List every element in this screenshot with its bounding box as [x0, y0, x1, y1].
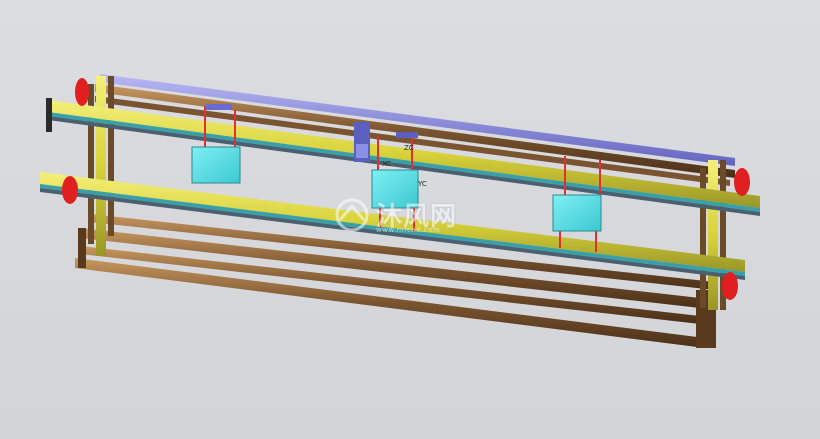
machine-frame-model[interactable]: XC ZC YC [0, 0, 820, 439]
cad-viewport[interactable]: XC ZC YC 沐风网 www.mfcad.com [0, 0, 820, 439]
callout-zc: ZC [404, 144, 414, 152]
panel-left [191, 146, 241, 184]
panel-center [371, 169, 419, 209]
panel-right [552, 194, 602, 232]
callout-yc: YC [417, 180, 427, 188]
callout-xc: XC [382, 160, 391, 168]
